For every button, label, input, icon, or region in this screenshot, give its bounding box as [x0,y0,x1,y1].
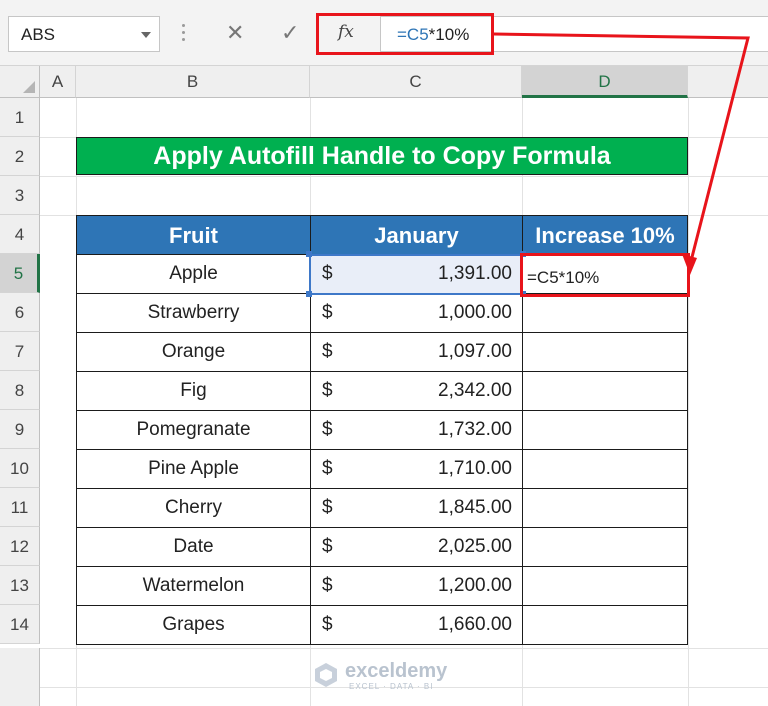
watermark-brand: exceldemy [345,660,448,682]
amount-value: 1,710.00 [438,458,512,479]
gridline [688,98,689,706]
column-header-c[interactable]: C [310,66,522,98]
chevron-down-icon[interactable] [141,32,151,38]
sheet-title[interactable]: Apply Autofill Handle to Copy Formula [76,137,688,175]
amount-value: 1,200.00 [438,575,512,596]
cell-january[interactable]: $2,025.00 [310,527,523,567]
column-header-a[interactable]: A [40,66,76,98]
row-header-2[interactable]: 2 [0,137,40,176]
row-header-4[interactable]: 4 [0,215,40,254]
currency-symbol: $ [322,614,333,635]
cell-january[interactable]: $1,200.00 [310,566,523,606]
cell-fruit[interactable]: Cherry [76,488,311,528]
cancel-button[interactable]: ✕ [226,22,244,44]
currency-symbol: $ [322,575,333,596]
currency-symbol: $ [322,497,333,518]
currency-symbol: $ [322,536,333,557]
header-january[interactable]: January [310,215,523,255]
cell-fruit[interactable]: Apple [76,254,311,294]
header-increase[interactable]: Increase 10% [522,215,688,255]
cell-fruit[interactable]: Pine Apple [76,449,311,489]
cell-january[interactable]: $2,342.00 [310,371,523,411]
enter-button[interactable]: ✓ [281,22,299,44]
row-header-9[interactable]: 9 [0,410,40,449]
amount-value: 1,732.00 [438,419,512,440]
row-header-11[interactable]: 11 [0,488,40,527]
cell-fruit[interactable]: Fig [76,371,311,411]
cell-fruit[interactable]: Orange [76,332,311,372]
formula-bar: ABS ✕ ✓ fx =C5*10% [0,0,768,66]
row-header-1[interactable]: 1 [0,98,40,137]
cell-january[interactable]: $1,000.00 [310,293,523,333]
cell-increase[interactable] [522,332,688,372]
cell-january[interactable]: $1,660.00 [310,605,523,645]
cell-increase[interactable] [522,449,688,489]
cell-fruit[interactable]: Date [76,527,311,567]
cell-january[interactable]: $1,097.00 [310,332,523,372]
amount-value: 1,097.00 [438,341,512,362]
column-header-e[interactable] [688,66,768,98]
select-all-button[interactable] [0,66,40,98]
row-header-12[interactable]: 12 [0,527,40,566]
cell-increase[interactable] [522,605,688,645]
row-header-filler [0,648,40,706]
selection-handle[interactable] [306,251,312,257]
column-header-b[interactable]: B [76,66,310,98]
cell-january[interactable]: $1,732.00 [310,410,523,450]
amount-value: 1,845.00 [438,497,512,518]
cell-increase[interactable] [522,488,688,528]
currency-symbol: $ [322,419,333,440]
cell-january[interactable]: $1,710.00 [310,449,523,489]
currency-symbol: $ [322,458,333,479]
amount-value: 1,660.00 [438,614,512,635]
row-header-5[interactable]: 5 [0,254,40,293]
gridline [40,176,768,177]
cell-increase[interactable] [522,410,688,450]
cell-increase[interactable] [522,527,688,567]
row-header-3[interactable]: 3 [0,176,40,215]
cell-increase[interactable] [522,293,688,333]
amount-value: 2,025.00 [438,536,512,557]
header-fruit[interactable]: Fruit [76,215,311,255]
row-header-10[interactable]: 10 [0,449,40,488]
row-header-6[interactable]: 6 [0,293,40,332]
row-header-13[interactable]: 13 [0,566,40,605]
cell-increase[interactable] [522,371,688,411]
amount-value: 1,000.00 [438,302,512,323]
selection-handle[interactable] [306,291,312,297]
currency-symbol: $ [322,341,333,362]
exceldemy-logo-icon [315,663,337,687]
row-header-14[interactable]: 14 [0,605,40,644]
row-header-8[interactable]: 8 [0,371,40,410]
name-box-value: ABS [21,25,56,44]
selected-cell-c5[interactable] [309,254,523,295]
name-box[interactable]: ABS [8,16,160,52]
currency-symbol: $ [322,302,333,323]
formula-highlight-box [316,13,494,55]
cell-increase[interactable] [522,566,688,606]
cell-fruit[interactable]: Grapes [76,605,311,645]
row-header-7[interactable]: 7 [0,332,40,371]
column-header-d[interactable]: D [522,66,688,98]
currency-symbol: $ [322,380,333,401]
active-cell-d5-text[interactable]: =C5*10% [527,268,599,288]
cell-fruit[interactable]: Strawberry [76,293,311,333]
cell-january[interactable]: $1,845.00 [310,488,523,528]
watermark-tagline: EXCEL · DATA · BI [349,682,434,691]
amount-value: 2,342.00 [438,380,512,401]
cell-fruit[interactable]: Pomegranate [76,410,311,450]
cell-fruit[interactable]: Watermelon [76,566,311,606]
drag-handle-icon[interactable] [182,24,186,44]
gridline [40,648,768,649]
